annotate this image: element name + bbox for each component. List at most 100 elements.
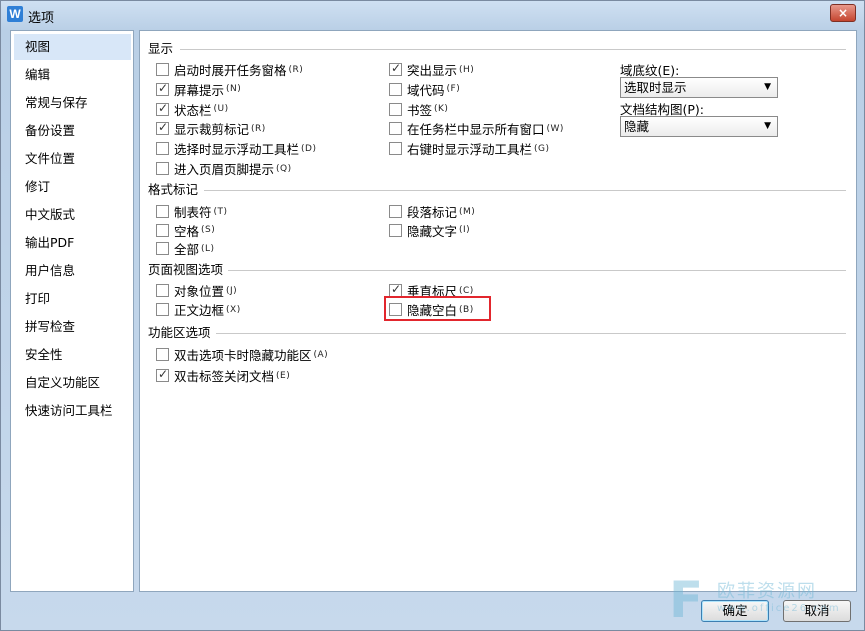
- hotkey-hint: (R): [288, 64, 304, 75]
- checkbox-option[interactable]: 双击选项卡时隐藏功能区 (A): [156, 345, 328, 364]
- divider: [216, 333, 846, 334]
- checkbox-label: 双击选项卡时隐藏功能区: [174, 348, 312, 363]
- checkbox-label: 书签: [407, 102, 433, 118]
- checkbox-option[interactable]: 显示裁剪标记(R): [156, 119, 266, 138]
- hotkey-hint: (K): [434, 104, 449, 115]
- close-button[interactable]: ×: [830, 4, 856, 22]
- checkbox-option[interactable]: 在任务栏中显示所有窗口 (W): [389, 119, 564, 138]
- nav-item[interactable]: 视图: [14, 34, 131, 60]
- checkbox[interactable]: [389, 61, 402, 76]
- checkbox[interactable]: [389, 205, 402, 218]
- checkbox-option[interactable]: 屏幕提示(N): [156, 80, 241, 99]
- checkbox-label: 显示裁剪标记: [174, 122, 250, 138]
- checkbox-label: 段落标记: [407, 205, 458, 220]
- hotkey-hint: (S): [201, 225, 216, 235]
- nav-item[interactable]: 快速访问工具栏: [14, 398, 131, 424]
- hotkey-hint: (C): [459, 285, 474, 296]
- hotkey-hint: (I): [459, 225, 471, 235]
- checkbox-option[interactable]: 隐藏文字 (I): [389, 221, 470, 240]
- ok-button[interactable]: 确定: [701, 600, 769, 622]
- nav-item[interactable]: 拼写检查: [14, 314, 131, 340]
- checkbox[interactable]: [156, 284, 169, 297]
- checkbox[interactable]: [156, 162, 169, 175]
- hotkey-hint: (E): [276, 370, 291, 381]
- checkbox-option[interactable]: 进入页眉页脚提示 (Q): [156, 159, 292, 178]
- checkbox-option[interactable]: 状态栏(U): [156, 100, 229, 119]
- checkbox-label: 双击标签关闭文档: [174, 369, 275, 384]
- nav-item[interactable]: 用户信息: [14, 258, 131, 284]
- checkbox-label: 在任务栏中显示所有窗口: [407, 122, 545, 138]
- checkbox[interactable]: [156, 63, 169, 76]
- section-title-ribbon: 功能区选项: [148, 325, 211, 340]
- checkbox-option[interactable]: 右键时显示浮动工具栏 (G): [389, 139, 550, 158]
- checkbox-option[interactable]: 空格 (S): [156, 221, 215, 240]
- chevron-down-icon: ▼: [764, 82, 771, 92]
- hotkey-hint: (U): [213, 104, 229, 115]
- nav-item[interactable]: 输出PDF: [14, 230, 131, 256]
- hotkey-hint: (R): [251, 123, 266, 134]
- checkbox-option[interactable]: 正文边框 (X): [156, 300, 241, 319]
- field-shading-value: 选取时显示: [624, 80, 687, 95]
- checkbox[interactable]: [389, 223, 402, 237]
- field-shading-select[interactable]: 选取时显示 ▼: [620, 77, 778, 98]
- checkbox-label: 隐藏文字: [407, 223, 458, 239]
- nav-item[interactable]: 备份设置: [14, 118, 131, 144]
- nav-item[interactable]: 文件位置: [14, 146, 131, 172]
- checkbox[interactable]: [156, 142, 169, 156]
- nav-item[interactable]: 自定义功能区: [14, 370, 131, 396]
- nav-item[interactable]: 常规与保存: [14, 90, 131, 116]
- checkbox-option[interactable]: 全部 (L): [156, 239, 215, 258]
- checkbox[interactable]: [389, 82, 402, 96]
- wps-writer-icon: W: [7, 6, 23, 22]
- checkbox[interactable]: [156, 101, 169, 116]
- hotkey-hint: (M): [459, 206, 476, 217]
- hotkey-hint: (Q): [276, 163, 292, 174]
- section-title-display: 显示: [148, 41, 174, 56]
- checkbox[interactable]: [389, 142, 402, 156]
- checkbox-option[interactable]: 突出显示(H): [389, 60, 474, 79]
- divider: [180, 49, 846, 50]
- checkbox-option[interactable]: 制表符 (T): [156, 202, 228, 221]
- hotkey-hint: (J): [226, 285, 238, 296]
- checkbox-label: 突出显示: [407, 63, 458, 78]
- checkbox-label: 制表符: [174, 205, 212, 220]
- checkbox-label: 右键时显示浮动工具栏: [407, 142, 533, 158]
- checkbox-label: 全部: [174, 242, 200, 257]
- checkbox[interactable]: [156, 205, 169, 218]
- cancel-button[interactable]: 取消: [783, 600, 851, 622]
- checkbox-option[interactable]: 双击标签关闭文档(E): [156, 366, 290, 385]
- nav-item[interactable]: 编辑: [14, 62, 131, 88]
- hotkey-hint: (L): [201, 243, 215, 254]
- checkbox[interactable]: [156, 242, 169, 255]
- checkbox[interactable]: [156, 303, 169, 316]
- divider: [228, 270, 846, 271]
- dialog-title: 选项: [28, 11, 55, 26]
- checkbox[interactable]: [156, 223, 169, 237]
- section-title-page-view: 页面视图选项: [148, 262, 224, 277]
- checkbox-option[interactable]: 选择时显示浮动工具栏 (D): [156, 139, 316, 158]
- checkbox[interactable]: [156, 81, 169, 96]
- options-dialog: W 选项 × 视图 编辑 常规与保存 备份设置 文件位置 修订 中文版式 输出PDF 用户信息打…: [0, 0, 865, 631]
- checkbox[interactable]: [389, 122, 402, 136]
- checkbox-label: 状态栏: [174, 102, 212, 118]
- title-bar: W 选项 ×: [1, 1, 864, 29]
- checkbox-label: 选择时显示浮动工具栏: [174, 142, 300, 158]
- checkbox-option[interactable]: 对象位置 (J): [156, 281, 237, 300]
- checkbox-option[interactable]: 段落标记 (M): [389, 202, 475, 221]
- checkbox-option[interactable]: 启动时展开任务窗格 (R): [156, 60, 303, 79]
- checkbox[interactable]: [156, 348, 169, 361]
- checkbox[interactable]: [156, 367, 169, 382]
- checkbox-label: 域代码: [407, 82, 445, 98]
- nav-item[interactable]: 修订: [14, 174, 131, 200]
- nav-item[interactable]: 中文版式: [14, 202, 131, 228]
- hotkey-hint: (G): [534, 143, 550, 154]
- checkbox[interactable]: [389, 102, 402, 116]
- chevron-down-icon: ▼: [764, 121, 771, 131]
- nav-item[interactable]: 安全性: [14, 342, 131, 368]
- checkbox-option[interactable]: 书签 (K): [389, 100, 448, 119]
- nav-item[interactable]: 打印: [14, 286, 131, 312]
- hotkey-hint: (F): [446, 84, 461, 95]
- doc-map-select[interactable]: 隐藏 ▼: [620, 116, 778, 137]
- checkbox[interactable]: [156, 120, 169, 136]
- checkbox-option[interactable]: 域代码 (F): [389, 80, 460, 99]
